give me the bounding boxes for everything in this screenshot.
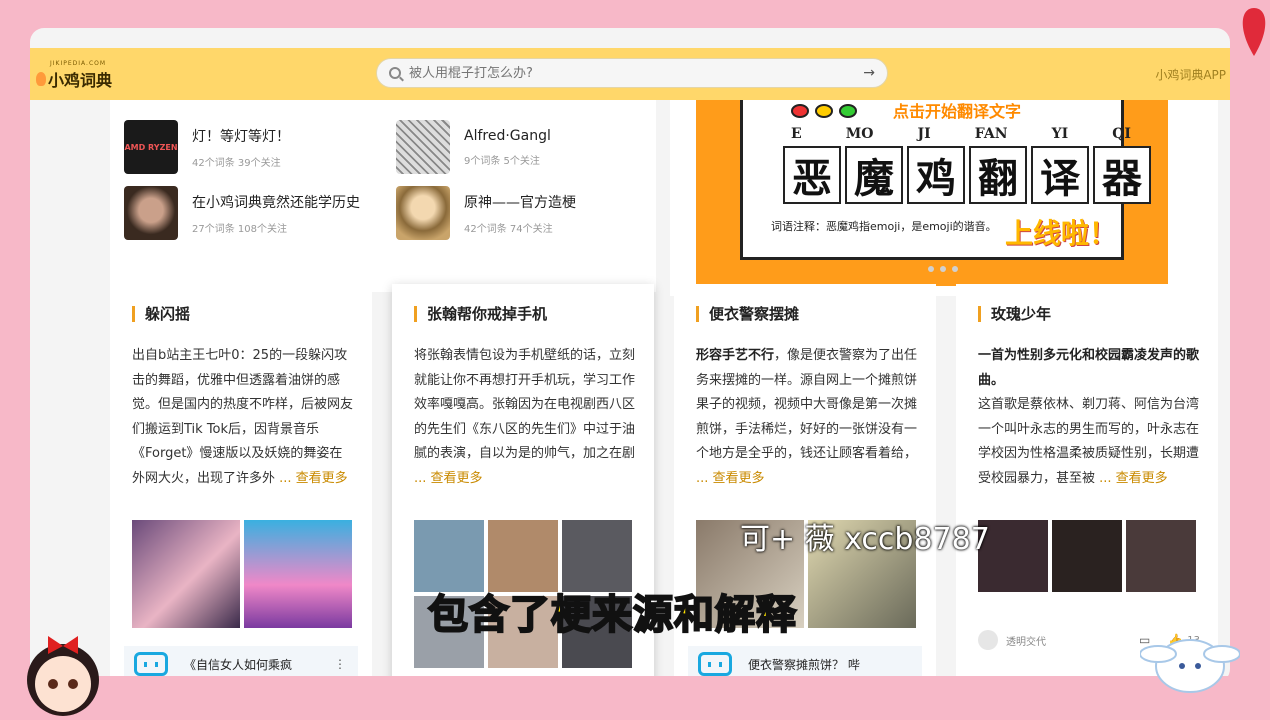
avatar[interactable] xyxy=(978,630,998,650)
topic-meta: 9个词条 5个关注 xyxy=(464,155,540,167)
banner-note: 词语注释：恶魔鸡指emoji，是emoji的谐音。 xyxy=(771,220,997,233)
card-body: 一首为性别多元化和校园霸凌发声的歌曲。 这首歌是蔡依林、剃刀蒋、阿信为台湾一个叫… xyxy=(978,344,1200,491)
meme-card[interactable]: 躲闪摇 出自b站主王七叶0：25的一段躲闪攻击的舞蹈，优雅中但透露着油饼的感觉。… xyxy=(110,284,372,683)
topic-item[interactable]: 在小鸡词典竟然还能学历史 27个词条 108个关注 xyxy=(124,186,360,240)
site-header: JIKIPEDIA.COM 小鸡词典 → 小鸡词典APP xyxy=(30,48,1230,100)
video-title: 便衣警察摊煎饼？ 哔 xyxy=(748,657,860,672)
pinyin: QI xyxy=(1112,126,1131,142)
carousel-dot[interactable] xyxy=(940,266,946,272)
card-title[interactable]: 玫瑰少年 xyxy=(978,306,1051,322)
hanzi-char: 鸡 xyxy=(907,146,965,204)
card-images xyxy=(132,520,352,628)
author-name[interactable]: 透明交代 xyxy=(1006,633,1046,648)
yellow-dot-icon xyxy=(815,104,833,118)
site-logo[interactable]: JIKIPEDIA.COM 小鸡词典 xyxy=(36,60,112,91)
card-lead: 一首为性别多元化和校园霸凌发声的歌曲。 xyxy=(978,348,1200,388)
card-images xyxy=(978,520,1196,592)
banner-card: 点击开始翻译文字 E MO JI FAN YI QI 恶 魔 鸡 翻 译 器 词… xyxy=(740,100,1151,260)
decorative-frame-bottom xyxy=(0,676,1270,720)
pinyin: E xyxy=(791,126,802,142)
card-text: ，像是便衣警察为了出任务来摆摊的一样。源自网上一个摊煎饼果子的视频，视频中大哥像… xyxy=(696,348,918,461)
read-more-link[interactable]: ... 查看更多 xyxy=(696,471,765,486)
anime-image[interactable] xyxy=(132,520,240,628)
green-dot-icon xyxy=(839,104,857,118)
bilibili-icon xyxy=(134,652,168,676)
hanzi-char: 恶 xyxy=(783,146,841,204)
banner-shout: 上线啦！ xyxy=(1005,217,1118,250)
pinyin: JI xyxy=(917,126,931,142)
card-text: 将张翰表情包设为手机壁纸的话，立刻就能让你不再想打开手机玩，学习工作效率嘎嘎高。… xyxy=(414,348,636,461)
thumbnail-label: AMD RYZEN xyxy=(124,142,178,152)
card-body: 出自b站主王七叶0：25的一段躲闪攻击的舞蹈，优雅中但透露着油饼的感觉。但是国内… xyxy=(132,344,354,491)
video-subtitle: 包含了梗来源和解释 xyxy=(427,591,797,639)
cartoon-girl-sticker xyxy=(27,636,99,716)
traffic-dots xyxy=(791,104,857,118)
topic-item[interactable]: AMD RYZEN 灯！等灯等灯！ 42个词条 39个关注 xyxy=(124,120,290,174)
more-options-icon[interactable]: ⋮ xyxy=(334,657,346,671)
topic-meta: 42个词条 39个关注 xyxy=(192,157,281,169)
topic-meta: 27个词条 108个关注 xyxy=(192,223,287,235)
pinyin: YI xyxy=(1051,126,1069,142)
app-download-link[interactable]: 小鸡词典APP xyxy=(1155,66,1226,83)
card-body: 将张翰表情包设为手机壁纸的话，立刻就能让你不再想打开手机玩，学习工作效率嘎嘎高。… xyxy=(414,344,636,491)
hanzi-char: 翻 xyxy=(969,146,1027,204)
arrow-right-icon[interactable]: → xyxy=(863,65,875,81)
logo-domain: JIKIPEDIA.COM xyxy=(50,60,107,67)
banner-panel: 点击开始翻译文字 E MO JI FAN YI QI 恶 魔 鸡 翻 译 器 词… xyxy=(670,100,1218,296)
card-title[interactable]: 张翰帮你戒掉手机 xyxy=(414,306,547,322)
topic-title[interactable]: Alfred·Gangl xyxy=(464,128,551,144)
hanzi-char: 魔 xyxy=(845,146,903,204)
topic-item[interactable]: Alfred·Gangl 9个词条 5个关注 xyxy=(396,120,551,174)
singer-image[interactable] xyxy=(1052,520,1122,592)
topic-title[interactable]: 灯！等灯等灯！ xyxy=(192,126,290,146)
read-more-link[interactable]: ... 查看更多 xyxy=(279,471,348,486)
pinyin: FAN xyxy=(974,126,1008,142)
search-icon xyxy=(389,67,401,79)
card-text: 出自b站主王七叶0：25的一段躲闪攻击的舞蹈，优雅中但透露着油饼的感觉。但是国内… xyxy=(132,348,354,486)
anime-image[interactable] xyxy=(244,520,352,628)
contact-watermark: 可+ 薇 xccb8787 xyxy=(740,522,990,557)
topic-title[interactable]: 在小鸡词典竟然还能学历史 xyxy=(192,192,360,212)
topic-thumbnail xyxy=(396,120,450,174)
read-more-link[interactable]: ... 查看更多 xyxy=(414,471,483,486)
carousel-indicators xyxy=(928,266,958,272)
topic-meta: 42个词条 74个关注 xyxy=(464,223,553,235)
logo-text: 小鸡词典 xyxy=(48,71,113,90)
strawberry-sticker xyxy=(1242,8,1266,56)
pinyin: MO xyxy=(845,126,874,142)
hanzi-char: 器 xyxy=(1093,146,1151,204)
hanzi-row: 恶 魔 鸡 翻 译 器 xyxy=(783,146,1151,204)
logo-text-wrap: 小鸡词典 xyxy=(36,67,112,91)
topic-thumbnail: AMD RYZEN xyxy=(124,120,178,174)
search-bar[interactable]: → xyxy=(376,58,888,88)
topic-item[interactable]: 原神——官方造梗 42个词条 74个关注 xyxy=(396,186,576,240)
topic-list-panel: AMD RYZEN 灯！等灯等灯！ 42个词条 39个关注 Alfred·Gan… xyxy=(110,100,656,292)
pinyin-row: E MO JI FAN YI QI xyxy=(791,126,1131,142)
topic-title[interactable]: 原神——官方造梗 xyxy=(464,192,576,212)
bilibili-icon xyxy=(698,652,732,676)
chick-logo-icon xyxy=(36,72,46,86)
search-input[interactable] xyxy=(409,65,864,81)
red-dot-icon xyxy=(791,104,809,118)
card-lead: 形容手艺不行 xyxy=(696,348,775,363)
singer-image[interactable] xyxy=(1126,520,1196,592)
carousel-dot[interactable] xyxy=(952,266,958,272)
cinnamoroll-sticker xyxy=(1140,639,1240,693)
video-title: 《自信女人如何乘疯 xyxy=(184,657,293,672)
card-title[interactable]: 便衣警察摆摊 xyxy=(696,306,799,322)
card-title[interactable]: 躲闪摇 xyxy=(132,306,190,322)
carousel-dot[interactable] xyxy=(928,266,934,272)
promo-banner[interactable]: 点击开始翻译文字 E MO JI FAN YI QI 恶 魔 鸡 翻 译 器 词… xyxy=(696,100,1168,286)
card-body: 形容手艺不行，像是便衣警察为了出任务来摆摊的一样。源自网上一个摊煎饼果子的视频，… xyxy=(696,344,918,491)
read-more-link[interactable]: ... 查看更多 xyxy=(1099,471,1168,486)
banner-heading: 点击开始翻译文字 xyxy=(893,102,1022,121)
topic-thumbnail xyxy=(124,186,178,240)
hanzi-char: 译 xyxy=(1031,146,1089,204)
topic-thumbnail xyxy=(396,186,450,240)
